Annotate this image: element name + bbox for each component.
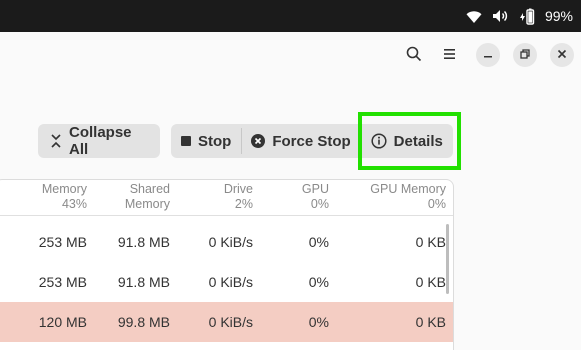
column-header-gpu[interactable]: GPU 0% — [249, 182, 329, 212]
search-icon — [406, 46, 422, 67]
main-menu-button[interactable] — [437, 44, 461, 68]
stop-button[interactable]: Stop — [171, 124, 241, 158]
column-header-gpu-memory[interactable]: GPU Memory 0% — [346, 182, 446, 212]
table-row[interactable]: % 253 MB 91.8 MB 0 KiB/s 0% 0 KB — [0, 262, 453, 302]
stop-icon — [181, 136, 191, 146]
table-row-selected[interactable]: % 120 MB 99.8 MB 0 KiB/s 0% 0 KB — [0, 302, 453, 342]
menu-icon — [443, 47, 456, 65]
stop-label: Stop — [198, 132, 232, 150]
battery-percentage: 99% — [544, 8, 573, 24]
restore-icon — [520, 46, 530, 64]
details-highlight-box — [358, 112, 461, 170]
volume-icon — [492, 9, 509, 23]
battery-icon — [519, 8, 535, 25]
system-top-bar: 99% — [0, 0, 581, 32]
force-stop-icon — [251, 134, 266, 148]
column-header-drive[interactable]: Drive 2% — [173, 182, 253, 212]
column-header-memory[interactable]: Memory 43% — [7, 182, 87, 212]
collapse-icon — [50, 134, 62, 148]
table-scrollbar[interactable] — [446, 224, 449, 294]
collapse-all-button[interactable]: Collapse All — [38, 124, 160, 158]
column-header-shared-memory[interactable]: Shared Memory — [90, 182, 170, 212]
collapse-all-label: Collapse All — [69, 124, 132, 158]
close-button[interactable] — [550, 43, 574, 67]
minimize-button[interactable] — [476, 43, 500, 67]
table-header: U % Memory 43% Shared Memory Drive 2% GP… — [0, 180, 453, 216]
minimize-icon — [483, 46, 493, 64]
search-button[interactable] — [402, 44, 426, 68]
system-monitor-window: Collapse All Stop Force Stop Details U — [0, 32, 581, 350]
wifi-icon — [466, 10, 482, 23]
force-stop-button[interactable]: Force Stop — [241, 124, 360, 158]
table-row[interactable]: % 253 MB 91.8 MB 0 KiB/s 0% 0 KB — [0, 222, 453, 262]
force-stop-label: Force Stop — [272, 132, 351, 150]
process-table: U % Memory 43% Shared Memory Drive 2% GP… — [0, 179, 454, 350]
close-icon — [557, 46, 567, 64]
restore-button[interactable] — [513, 43, 537, 67]
system-tray[interactable]: 99% — [466, 0, 573, 32]
